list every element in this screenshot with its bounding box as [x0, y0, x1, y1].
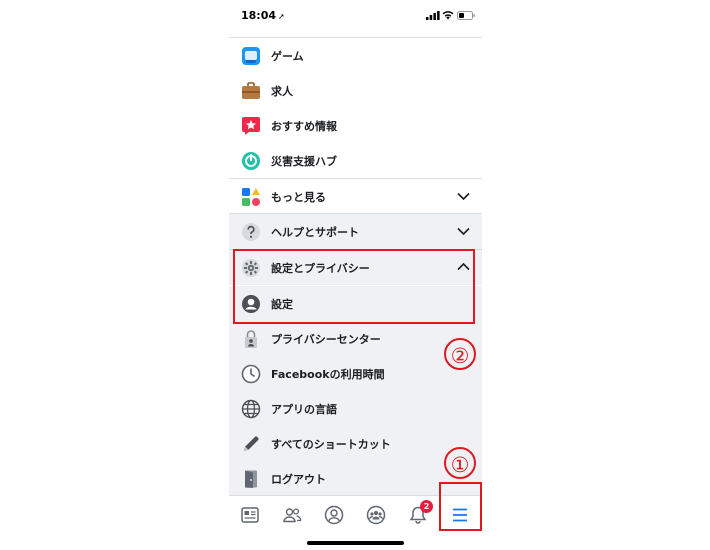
friends-icon [283, 508, 302, 523]
clock-icon [241, 364, 261, 384]
home-indicator [307, 541, 404, 545]
location-arrow-icon: ➚ [278, 12, 285, 21]
menu-item-label: ゲーム [271, 50, 304, 63]
game-icon [242, 47, 260, 65]
menu-item-all-shortcuts[interactable]: すべてのショートカット [229, 426, 482, 461]
menu-item-help-support[interactable]: ヘルプとサポート [229, 214, 482, 249]
chevron-down-icon [457, 227, 470, 236]
shapes-icon [242, 188, 260, 206]
tab-friends[interactable] [271, 496, 313, 536]
menu-item-label: ログアウト [271, 473, 326, 486]
briefcase-icon [242, 82, 260, 99]
menu-item-app-language[interactable]: アプリの言語 [229, 391, 482, 426]
tab-news-feed[interactable] [229, 496, 271, 536]
battery-icon [457, 11, 475, 20]
profile-icon [324, 505, 344, 525]
menu-item-label: アプリの言語 [271, 403, 337, 416]
wifi-icon [442, 11, 454, 20]
cellular-signal-icon [426, 11, 440, 20]
menu-item-recommendations[interactable]: おすすめ情報 [229, 108, 482, 143]
menu-item-label: プライバシーセンター [271, 333, 381, 346]
menu-item-time-on-facebook[interactable]: Facebookの利用時間 [229, 356, 482, 391]
pencil-icon [244, 436, 259, 451]
step-number-2: ② [444, 338, 476, 370]
menu-item-label: すべてのショートカット [271, 438, 391, 451]
star-message-icon [242, 117, 260, 135]
highlight-box-menu [439, 482, 482, 531]
highlight-box-settings [233, 249, 475, 324]
menu-item-jobs[interactable]: 求人 [229, 73, 482, 108]
menu-item-crisis-response[interactable]: 災害支援ハブ [229, 143, 482, 178]
menu-item-label: もっと見る [271, 191, 326, 204]
tab-notifications[interactable] [397, 496, 439, 536]
menu-item-game[interactable]: ゲーム [229, 38, 482, 73]
news-feed-icon [241, 507, 259, 523]
menu-item-label: 求人 [271, 85, 293, 98]
door-icon [245, 470, 257, 488]
notification-badge: 2 [420, 500, 433, 513]
status-bar: 18:04 ➚ [229, 0, 482, 34]
lock-person-icon [245, 330, 257, 348]
help-icon [242, 223, 260, 241]
chevron-down-icon [457, 192, 470, 201]
globe-icon [241, 399, 261, 419]
step-number-1: ① [444, 447, 476, 479]
crisis-hub-icon [242, 152, 260, 170]
menu-item-label: Facebookの利用時間 [271, 368, 385, 381]
status-time-text: 18:04 [241, 9, 277, 22]
menu-item-label: 災害支援ハブ [271, 155, 337, 168]
groups-icon [366, 505, 386, 525]
tab-groups[interactable] [355, 496, 397, 536]
menu-item-see-more[interactable]: もっと見る [229, 179, 482, 214]
menu-item-label: おすすめ情報 [271, 120, 337, 133]
tab-profile[interactable] [313, 496, 355, 536]
menu-item-label: ヘルプとサポート [271, 226, 359, 239]
status-time: 18:04 ➚ [241, 9, 285, 22]
